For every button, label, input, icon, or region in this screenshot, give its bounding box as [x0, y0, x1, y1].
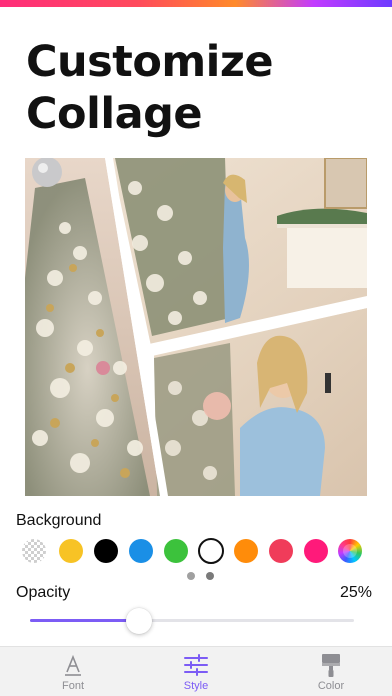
- sliders-icon: [184, 654, 208, 676]
- tab-color-label: Color: [317, 680, 345, 692]
- tab-color[interactable]: Color: [266, 647, 392, 696]
- page-title: Customize Collage: [26, 36, 366, 140]
- opacity-slider[interactable]: [30, 608, 354, 634]
- title-line-1: Customize: [26, 37, 274, 87]
- swatch-pink[interactable]: [304, 539, 328, 563]
- collage-canvas: [25, 158, 367, 496]
- swatch-green[interactable]: [164, 539, 188, 563]
- swatch-rainbow[interactable]: [338, 539, 362, 563]
- title-line-2: Collage: [26, 89, 203, 139]
- swatch-blue[interactable]: [129, 539, 153, 563]
- tab-style-label: Style: [183, 680, 209, 692]
- swatch-orange[interactable]: [234, 539, 258, 563]
- swatch-red[interactable]: [269, 539, 293, 563]
- paint-roller-icon: [322, 654, 340, 677]
- opacity-label: Opacity: [16, 584, 71, 601]
- background-label: Background: [16, 512, 102, 529]
- slider-thumb[interactable]: [126, 608, 152, 634]
- page-dot[interactable]: [206, 572, 214, 580]
- swatch-black[interactable]: [94, 539, 118, 563]
- swatch-page-indicator: [187, 572, 227, 580]
- bottom-tab-bar: Font Style Color: [0, 646, 392, 696]
- accent-gradient-bar: [0, 0, 392, 7]
- swatch-white-selected[interactable]: [198, 538, 224, 564]
- tab-style[interactable]: Style: [131, 647, 261, 696]
- page-dot[interactable]: [187, 572, 195, 580]
- swatch-transparent[interactable]: [22, 539, 46, 563]
- opacity-value: 25%: [339, 584, 372, 601]
- font-icon: [65, 654, 81, 676]
- tab-font-label: Font: [61, 680, 84, 692]
- swatch-yellow[interactable]: [59, 539, 83, 563]
- tab-font[interactable]: Font: [8, 647, 138, 696]
- slider-fill: [30, 619, 139, 622]
- background-swatch-row: [22, 538, 362, 565]
- collage-preview[interactable]: [25, 158, 367, 496]
